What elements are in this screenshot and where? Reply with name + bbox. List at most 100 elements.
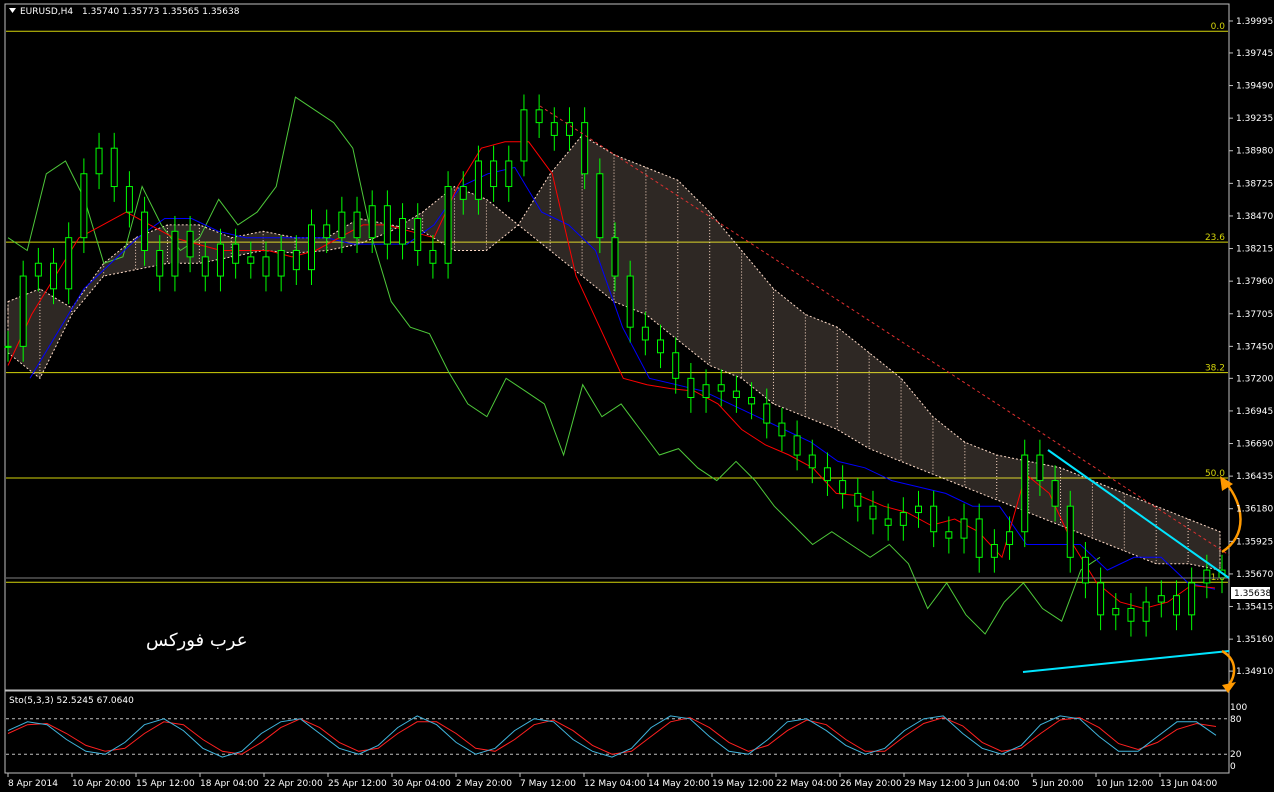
price-tick-label: 1.38215 bbox=[1236, 245, 1273, 255]
price-tick-label: 1.37960 bbox=[1236, 277, 1273, 287]
time-tick-label: 14 May 20:00 bbox=[648, 779, 710, 789]
candle-body bbox=[884, 518, 892, 526]
candle-body bbox=[1157, 595, 1165, 603]
price-tick-label: 1.38980 bbox=[1236, 147, 1273, 157]
time-tick-label: 2 May 20:00 bbox=[456, 779, 512, 789]
time-tick-label: 5 Jun 20:00 bbox=[1032, 779, 1084, 789]
symbol-timeframe: EURUSD,H4 bbox=[20, 7, 73, 17]
candle-body bbox=[490, 160, 498, 188]
stochastic-oscillator: 100 80 20 0 bbox=[6, 703, 1247, 772]
candle-body bbox=[945, 531, 953, 539]
candle-body bbox=[292, 249, 300, 271]
candle-body bbox=[95, 147, 103, 175]
time-tick-label: 30 Apr 04:00 bbox=[392, 779, 451, 789]
candle-body bbox=[65, 237, 73, 290]
candle-body bbox=[1066, 505, 1074, 558]
candle-body bbox=[975, 518, 983, 558]
candle-body bbox=[383, 205, 391, 245]
time-tick-label: 8 Apr 2014 bbox=[8, 779, 58, 789]
stoch-main-line bbox=[7, 715, 1217, 758]
candle-body bbox=[1006, 531, 1014, 546]
ichimoku-cloud bbox=[7, 134, 1221, 571]
price-tick-label: 1.35160 bbox=[1236, 635, 1273, 645]
price-tick-label: 1.36945 bbox=[1236, 407, 1273, 417]
time-tick-label: 10 Apr 20:00 bbox=[72, 779, 131, 789]
candle-body bbox=[414, 218, 422, 251]
price-tick-label: 1.37450 bbox=[1236, 342, 1273, 352]
candle-body bbox=[186, 230, 194, 258]
time-tick-label: 10 Jun 12:00 bbox=[1096, 779, 1153, 789]
candle-body bbox=[960, 518, 968, 539]
candle-body bbox=[763, 403, 771, 424]
candle-body bbox=[990, 544, 998, 558]
time-tick-label: 15 Apr 12:00 bbox=[136, 779, 195, 789]
candle-body bbox=[550, 122, 558, 136]
candle-body bbox=[125, 186, 133, 213]
time-tick-label: 26 May 20:00 bbox=[840, 779, 902, 789]
candle-body bbox=[1142, 601, 1150, 622]
time-tick-label: 18 Apr 04:00 bbox=[200, 779, 259, 789]
candle-body bbox=[717, 384, 725, 392]
candle-body bbox=[338, 211, 346, 239]
current-price-label: 1.35638 bbox=[1234, 589, 1271, 599]
candle-body bbox=[1188, 582, 1196, 616]
candle-body bbox=[171, 230, 179, 277]
candle-body bbox=[1127, 607, 1135, 622]
candle-body bbox=[429, 249, 437, 264]
candle-body bbox=[823, 467, 831, 482]
candle-body bbox=[1036, 454, 1044, 482]
candle-body bbox=[915, 505, 922, 514]
candle-body bbox=[839, 480, 847, 494]
candle-body bbox=[1097, 582, 1105, 616]
triangle-lower-line[interactable] bbox=[1022, 650, 1230, 673]
candle-body bbox=[869, 505, 877, 520]
stoch-tick-label: 80 bbox=[1230, 715, 1242, 725]
candle-body bbox=[793, 435, 801, 456]
candle-body bbox=[808, 454, 816, 469]
candle-body bbox=[596, 173, 604, 239]
candle-body bbox=[748, 397, 756, 405]
chart-canvas: 0.023.638.250.061.8 1.399951.397451.3949… bbox=[4, 3, 1273, 789]
time-tick-label: 22 Apr 20:00 bbox=[264, 779, 323, 789]
stoch-tick-label: 100 bbox=[1230, 703, 1247, 713]
watermark-text: عرب فوركس bbox=[146, 630, 247, 651]
candle-body bbox=[368, 205, 376, 239]
candle-body bbox=[732, 390, 740, 399]
fib-level-label: 38.2 bbox=[1205, 364, 1225, 374]
price-axis: 1.39995 1.39745 1.39490 1.39235 1.38980 1.387… bbox=[1229, 17, 1273, 677]
candle-body bbox=[657, 339, 665, 354]
candle-body bbox=[156, 249, 164, 277]
candle-body bbox=[1051, 480, 1059, 507]
main-panel-frame bbox=[4, 3, 1230, 691]
stoch-tick-label: 20 bbox=[1230, 750, 1242, 760]
candle-body bbox=[581, 122, 589, 175]
candle-body bbox=[34, 262, 42, 277]
candle-body bbox=[899, 512, 907, 526]
candle-body bbox=[1172, 595, 1180, 616]
candle-body bbox=[626, 275, 634, 328]
candle-body bbox=[505, 160, 513, 188]
candle-body bbox=[4, 345, 12, 348]
price-tick-label: 1.37200 bbox=[1236, 374, 1273, 384]
candle-body bbox=[247, 256, 255, 264]
candle-body bbox=[611, 237, 619, 277]
price-tick-label: 1.34910 bbox=[1236, 667, 1273, 677]
candle-body bbox=[353, 211, 361, 239]
candle-body bbox=[1203, 569, 1211, 584]
candle-body bbox=[854, 492, 862, 507]
candle-body bbox=[687, 377, 695, 399]
ohlc-values: 1.35740 1.35773 1.35565 1.35638 bbox=[82, 7, 240, 17]
time-tick-label: 25 Apr 12:00 bbox=[328, 779, 387, 789]
price-tick-label: 1.38725 bbox=[1236, 179, 1273, 189]
stoch-panel-frame bbox=[4, 690, 1230, 774]
cloud-area bbox=[7, 134, 1221, 571]
candle-body bbox=[459, 186, 467, 200]
candle-body bbox=[277, 249, 285, 277]
time-tick-label: 29 May 12:00 bbox=[904, 779, 966, 789]
candle-body bbox=[262, 256, 270, 277]
candle-body bbox=[444, 186, 452, 264]
candle-body bbox=[702, 384, 710, 399]
collapse-triangle-icon[interactable] bbox=[9, 8, 16, 13]
time-tick-label: 7 May 12:00 bbox=[520, 779, 576, 789]
candle-body bbox=[80, 173, 88, 239]
